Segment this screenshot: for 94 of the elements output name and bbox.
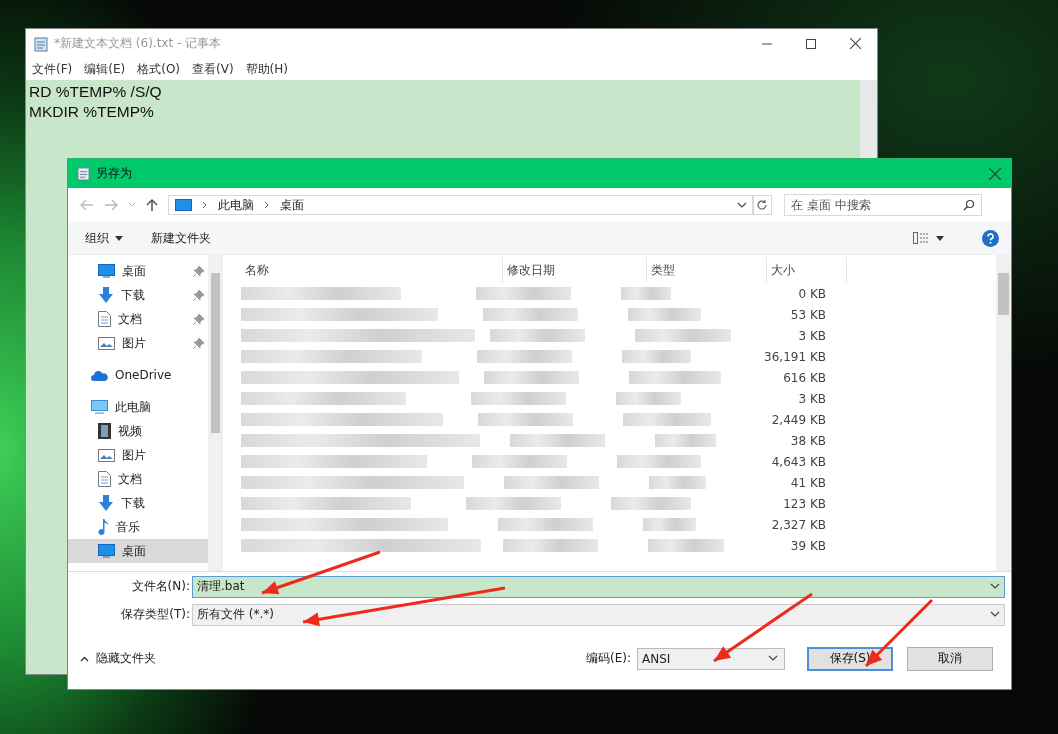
file-size: 53 KB xyxy=(789,307,826,322)
breadcrumb-item[interactable]: 此电脑 xyxy=(218,196,254,214)
dropdown-caret-icon[interactable] xyxy=(936,235,944,241)
sidebar-item[interactable]: 此电脑 xyxy=(68,395,208,419)
address-bar[interactable]: 此电脑 桌面 xyxy=(168,195,754,215)
down-arrow-icon xyxy=(98,495,114,511)
document-icon xyxy=(98,471,111,487)
menu-item[interactable]: 查看(V) xyxy=(192,60,234,78)
menu-item[interactable]: 编辑(E) xyxy=(84,60,126,78)
column-header[interactable]: 名称 xyxy=(241,257,503,283)
filename-field[interactable]: 清理.bat xyxy=(192,575,1005,598)
picture-icon xyxy=(98,448,115,462)
column-header[interactable]: 大小 xyxy=(767,257,847,283)
text-line: MKDIR %TEMP% xyxy=(29,102,155,122)
menu-item[interactable]: 帮助(H) xyxy=(245,60,288,78)
up-arrow-icon[interactable] xyxy=(146,198,158,212)
scrollbar[interactable] xyxy=(996,255,1011,571)
sidebar-item[interactable]: 图片 xyxy=(68,443,208,467)
sidebar-item[interactable]: 音乐 xyxy=(68,515,208,539)
monitor-icon xyxy=(98,544,115,558)
field-label: 保存类型(T): xyxy=(120,606,191,623)
file-size: 2,449 KB xyxy=(770,412,826,427)
cancel-button[interactable]: 取消 xyxy=(907,646,993,671)
film-icon xyxy=(98,423,111,439)
hide-folders-toggle[interactable]: 隐藏文件夹 xyxy=(80,650,156,667)
blurred-region xyxy=(655,434,716,447)
cloud-icon xyxy=(91,369,108,381)
document-icon xyxy=(98,311,111,327)
file-type-dropdown[interactable]: 所有文件 (*.*) xyxy=(192,603,1005,626)
notepad-icon xyxy=(34,35,48,52)
music-note-icon xyxy=(98,519,109,535)
monitor-icon xyxy=(91,400,108,414)
window-title: *新建文本文档 (6).txt - 记事本 xyxy=(54,35,222,52)
sidebar-item[interactable]: 桌面 xyxy=(68,539,208,563)
caret-up-icon xyxy=(80,655,89,662)
sidebar-item[interactable]: OneDrive xyxy=(68,363,208,387)
file-size: 616 KB xyxy=(782,370,826,385)
blurred-region xyxy=(621,287,671,300)
file-size: 4,643 KB xyxy=(770,454,826,469)
blurred-region xyxy=(643,518,696,531)
field-label: 文件名(N): xyxy=(130,578,191,595)
organize-button[interactable]: 组织 xyxy=(85,229,109,247)
monitor-icon xyxy=(175,198,192,212)
blurred-region xyxy=(616,392,681,405)
column-header[interactable]: 修改日期 xyxy=(503,257,647,283)
save-button[interactable]: 保存(S) xyxy=(807,646,893,671)
sidebar-item[interactable]: 下载 xyxy=(68,283,208,307)
menu-item[interactable]: 文件(F) xyxy=(32,60,73,78)
blurred-region xyxy=(622,350,691,363)
dropdown-caret-icon[interactable] xyxy=(115,235,123,241)
dropdown-caret-icon xyxy=(990,583,1000,590)
picture-icon xyxy=(98,336,115,350)
menu-item[interactable]: 格式(O) xyxy=(137,60,181,78)
file-size: 0 KB xyxy=(797,286,826,301)
sidebar-item[interactable]: 文档 xyxy=(68,467,208,491)
sidebar-item[interactable]: 桌面 xyxy=(68,259,208,283)
search-field[interactable]: 在 桌面 中搜索 xyxy=(784,194,982,216)
sidebar-item[interactable]: 文档 xyxy=(68,307,208,331)
file-size: 123 KB xyxy=(782,496,826,511)
chevron-icon xyxy=(202,201,208,209)
help-icon[interactable] xyxy=(982,229,999,247)
refresh-button[interactable] xyxy=(752,195,772,215)
file-size: 39 KB xyxy=(789,538,826,553)
file-size: 36,191 KB xyxy=(763,349,826,364)
dropdown-caret-icon xyxy=(990,611,1000,618)
view-list-icon[interactable] xyxy=(913,232,930,244)
file-size: 2,327 KB xyxy=(770,517,826,532)
encoding-dropdown[interactable]: ANSI xyxy=(637,647,785,670)
new-folder-button[interactable]: 新建文件夹 xyxy=(151,229,211,247)
file-size: 38 KB xyxy=(789,433,826,448)
file-size: 41 KB xyxy=(789,475,826,490)
dialog-title: 另存为 xyxy=(96,165,132,182)
chevron-icon xyxy=(264,201,270,209)
blurred-region xyxy=(649,476,706,489)
sidebar-item[interactable]: 视频 xyxy=(68,419,208,443)
text-line: RD %TEMP% /S/Q xyxy=(29,82,163,102)
sidebar-item[interactable]: 下载 xyxy=(68,491,208,515)
monitor-icon xyxy=(98,264,115,278)
down-arrow-icon xyxy=(98,287,114,303)
close-icon[interactable] xyxy=(989,167,1001,180)
refresh-icon xyxy=(756,199,768,211)
sidebar-item[interactable]: 图片 xyxy=(68,331,208,355)
file-size: 3 KB xyxy=(797,391,826,406)
breadcrumb-item[interactable]: 桌面 xyxy=(280,196,304,214)
dropdown-caret-icon xyxy=(768,655,778,662)
notepad-icon xyxy=(77,166,90,181)
column-header[interactable]: 类型 xyxy=(647,257,767,283)
maximize-icon[interactable] xyxy=(806,38,816,49)
dropdown-caret-icon[interactable] xyxy=(737,201,747,209)
file-size: 3 KB xyxy=(797,328,826,343)
search-icon xyxy=(963,199,975,211)
scrollbar[interactable] xyxy=(208,255,223,571)
field-label: 编码(E): xyxy=(586,650,631,667)
close-icon[interactable] xyxy=(850,38,861,49)
